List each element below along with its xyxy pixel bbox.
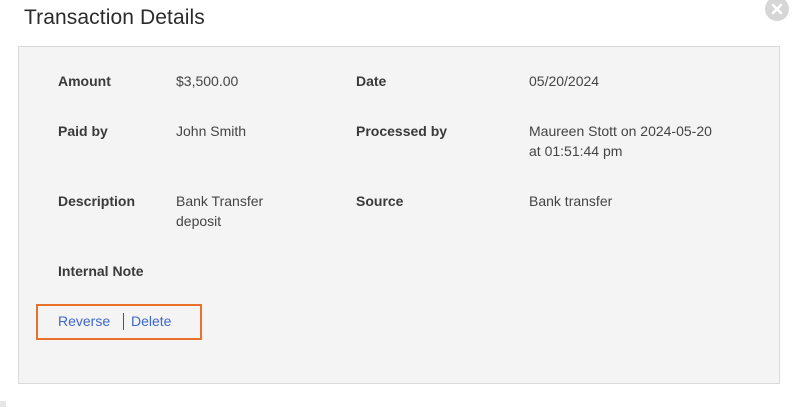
actions-separator — [123, 313, 124, 330]
description-value-line1: Bank Transfer — [176, 193, 264, 209]
date-value: 05/20/2024 — [529, 73, 600, 89]
amount-value: $3,500.00 — [176, 73, 239, 89]
delete-link[interactable]: Delete — [131, 312, 171, 330]
description-label: Description — [58, 193, 136, 209]
modal-title: Transaction Details — [24, 6, 205, 29]
processed-by-value-line2: at 01:51:44 pm — [529, 143, 623, 159]
source-label: Source — [356, 193, 404, 209]
processed-by-label: Processed by — [356, 123, 448, 139]
corner-shadow — [0, 401, 6, 407]
date-label: Date — [356, 73, 387, 89]
processed-by-value-line1: Maureen Stott on 2024-05-20 — [529, 123, 712, 139]
source-value: Bank transfer — [529, 193, 613, 209]
close-button[interactable] — [765, 0, 789, 21]
paid-by-label: Paid by — [58, 123, 108, 139]
amount-label: Amount — [58, 73, 111, 89]
close-icon — [771, 3, 783, 15]
internal-note-label: Internal Note — [58, 263, 144, 279]
paid-by-value: John Smith — [176, 123, 247, 139]
reverse-link[interactable]: Reverse — [58, 312, 110, 330]
transaction-details-modal: Transaction Details Amount $3,500.00 Dat… — [0, 0, 793, 407]
description-value-line2: deposit — [176, 213, 222, 229]
